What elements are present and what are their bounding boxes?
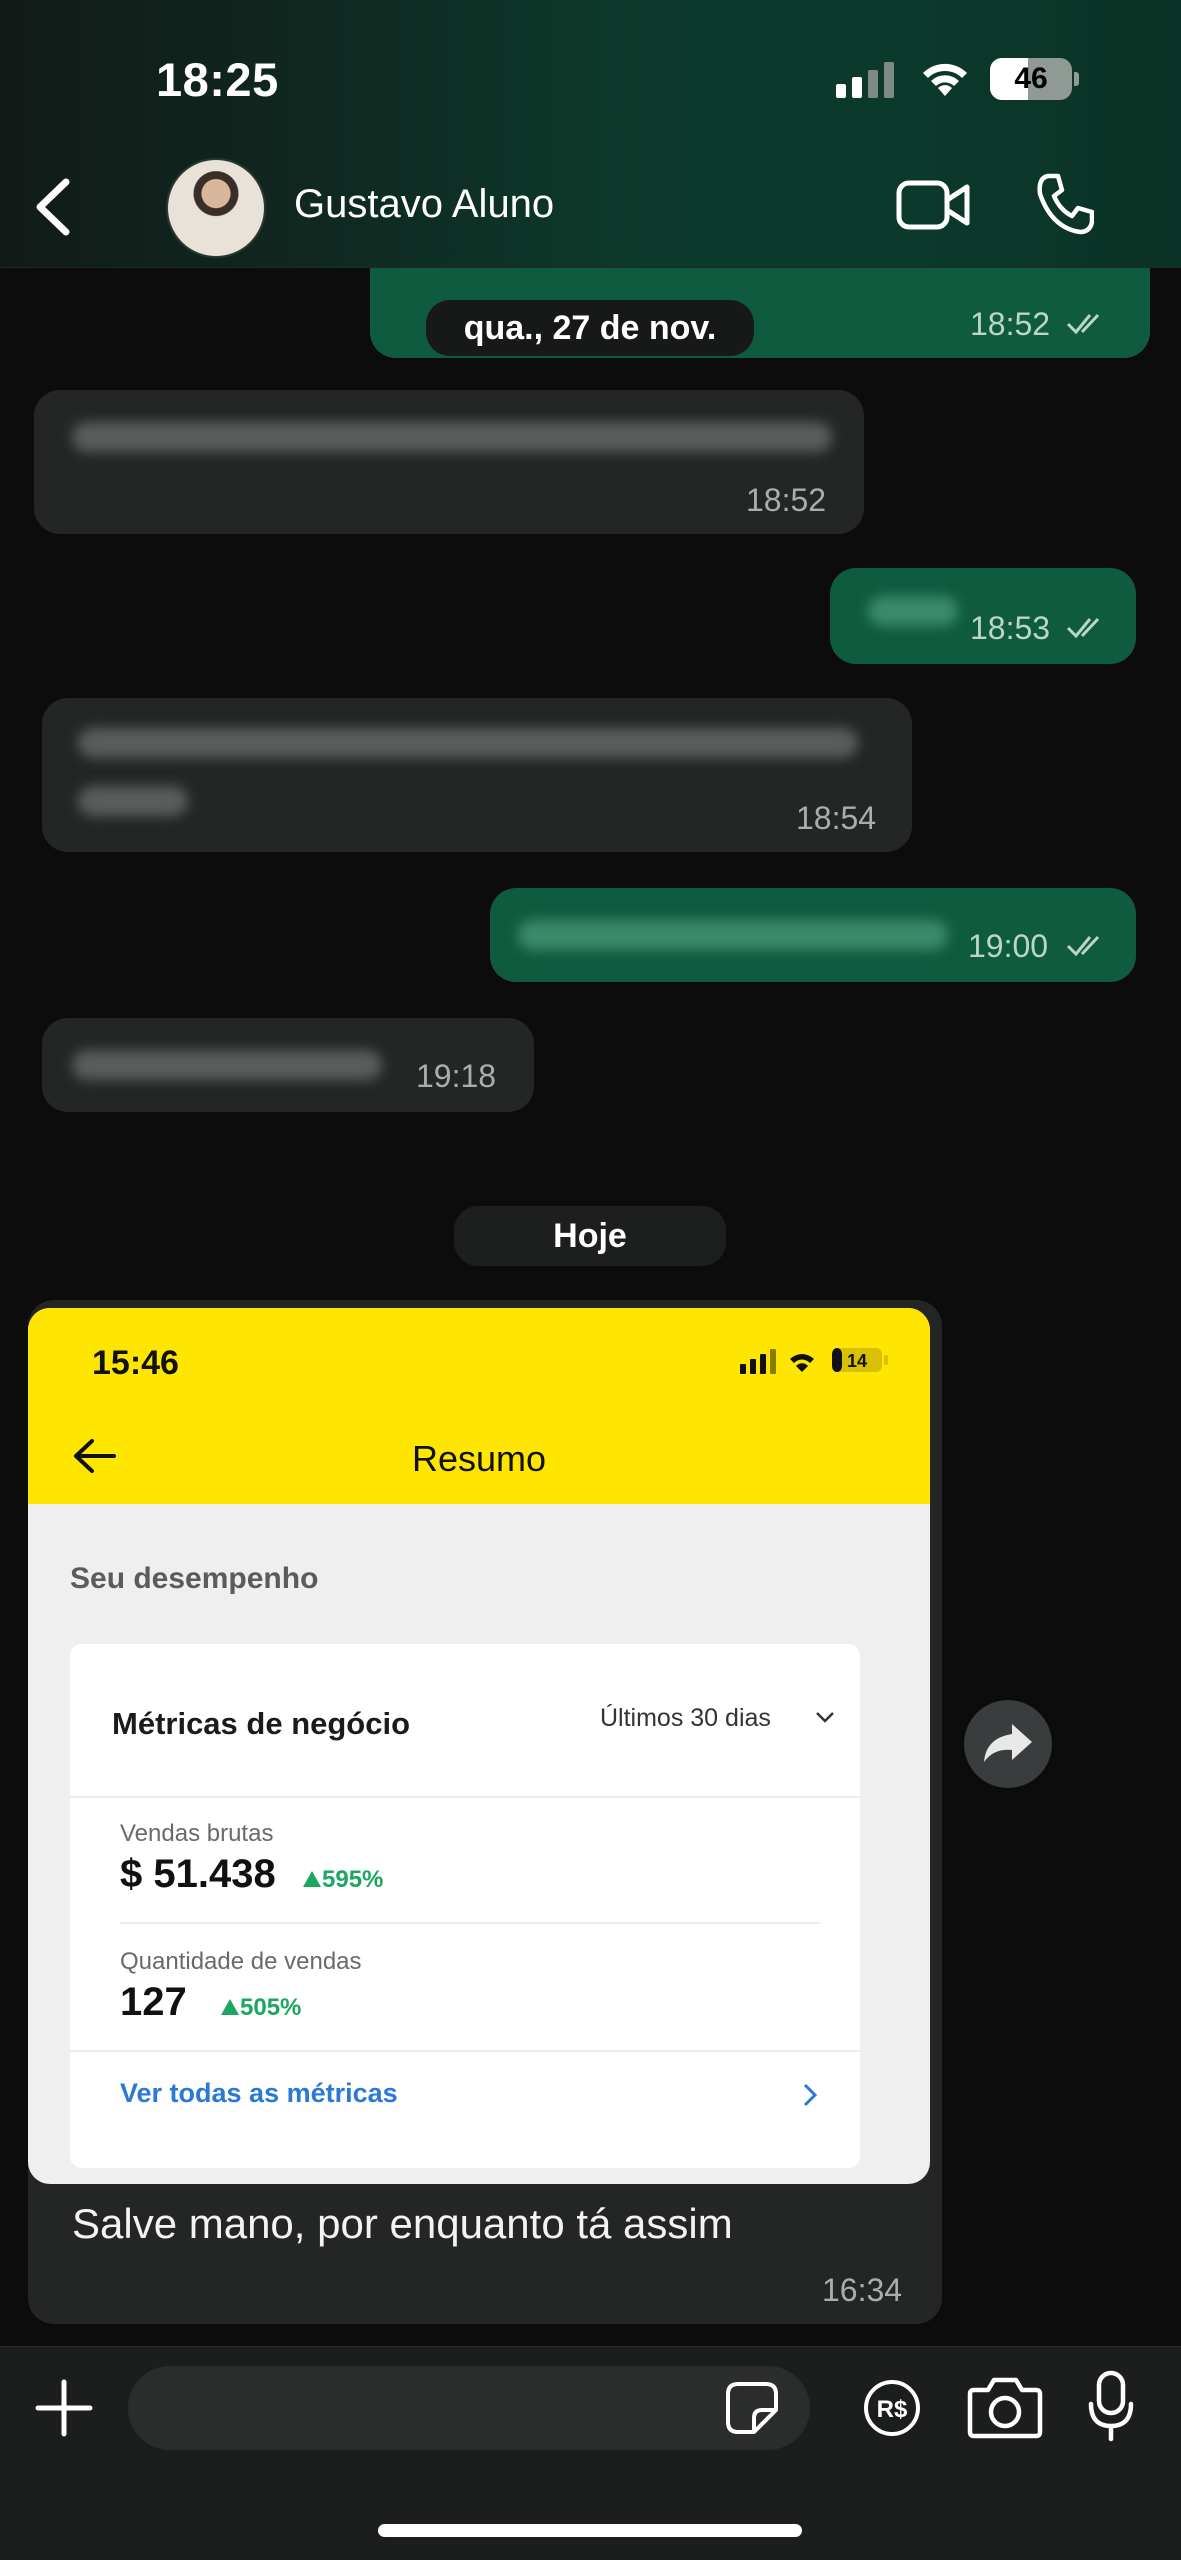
message-bubble-outgoing[interactable]: 19:00 [490, 888, 1136, 982]
triangle-up-icon [221, 1999, 239, 2015]
message-input[interactable] [128, 2366, 810, 2450]
forward-arrow-icon [984, 1724, 1032, 1762]
status-time: 18:25 [156, 53, 279, 106]
microphone-icon[interactable] [1088, 2370, 1134, 2442]
date-separator-today: Hoje [454, 1206, 726, 1266]
shared-screenshot-image[interactable]: 15:46 14 Resumo Seu desempenho Métricas … [28, 1308, 930, 2184]
video-call-icon[interactable] [896, 178, 970, 232]
message-bubble-outgoing[interactable]: 18:53 [830, 568, 1136, 664]
message-time: 19:18 [416, 1058, 497, 1094]
message-bubble-incoming[interactable]: 18:52 [34, 390, 864, 534]
phone-call-icon[interactable] [1034, 172, 1094, 236]
sticker-icon[interactable] [724, 2380, 780, 2436]
contact-name[interactable]: Gustavo Aluno [294, 182, 554, 227]
message-caption: Salve mano, por enquanto tá assim [72, 2200, 733, 2247]
metric-change: 505% [220, 1994, 301, 2022]
home-indicator[interactable] [378, 2524, 802, 2537]
message-time: 16:34 [822, 2272, 903, 2308]
payment-icon[interactable]: R$ [862, 2378, 922, 2438]
date-separator: qua., 27 de nov. [426, 300, 754, 356]
screenshot-battery-level: 14 [847, 1351, 867, 1371]
battery-level: 46 [1014, 62, 1048, 95]
metrics-period: Últimos 30 dias [600, 1704, 771, 1732]
message-time: 18:52 [970, 306, 1051, 342]
wifi-icon [923, 63, 967, 96]
battery-icon: 46 [990, 58, 1080, 100]
triangle-up-icon [303, 1871, 321, 1887]
screenshot-status-time: 15:46 [92, 1344, 179, 1382]
view-all-metrics-link: Ver todas as métricas [120, 2078, 398, 2108]
screenshot-section-title: Seu desempenho [70, 1562, 319, 1595]
contact-avatar[interactable] [166, 158, 266, 258]
metric-value: $ 51.438 [120, 1852, 276, 1896]
camera-icon[interactable] [966, 2374, 1044, 2440]
message-time: 18:53 [970, 610, 1051, 646]
metric-label: Vendas brutas [120, 1820, 274, 1847]
message-bubble-incoming[interactable]: 18:54 [42, 698, 912, 852]
read-receipt-icon [1066, 617, 1100, 639]
message-bubble-incoming[interactable]: 19:18 [42, 1018, 534, 1112]
read-receipt-icon [1066, 313, 1100, 335]
chevron-down-icon [816, 1712, 834, 1723]
screenshot-title: Resumo [411, 1438, 547, 1479]
forward-button[interactable] [964, 1700, 1052, 1788]
metrics-card-title: Métricas de negócio [112, 1706, 411, 1741]
screenshot-status-icons: 14 [740, 1348, 888, 1374]
metrics-card: Métricas de negócio Últimos 30 dias Vend… [70, 1644, 860, 2168]
message-time: 18:52 [746, 482, 827, 518]
svg-text:R$: R$ [877, 2396, 908, 2423]
read-receipt-icon [1066, 935, 1100, 957]
plus-icon[interactable] [34, 2378, 94, 2438]
message-time: 19:00 [968, 928, 1049, 964]
back-arrow-icon[interactable] [26, 176, 82, 238]
cellular-signal-icon [836, 62, 894, 98]
metric-label: Quantidade de vendas [120, 1948, 362, 1975]
metric-change: 595% [302, 1866, 383, 1894]
metric-value: 127 [120, 1980, 187, 2024]
chat-header: 18:25 46 Gustavo Aluno [0, 0, 1181, 268]
chevron-right-icon [803, 2083, 818, 2107]
message-time: 18:54 [796, 800, 877, 836]
